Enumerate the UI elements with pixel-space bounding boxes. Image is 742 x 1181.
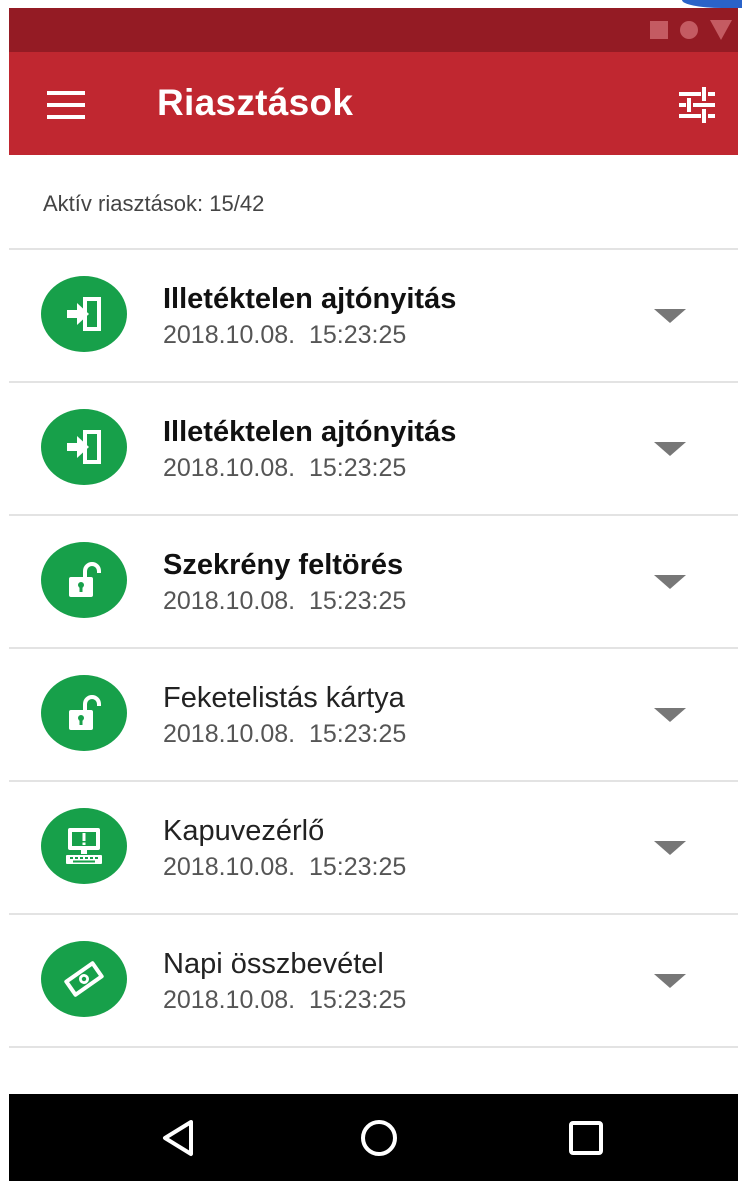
active-alerts-count: Aktív riasztások: 15/42 — [43, 191, 265, 216]
alert-timestamp: 2018.10.08. 15:23:25 — [163, 720, 407, 748]
alert-item[interactable]: Illetéktelen ajtónyitás 2018.10.08. 15:2… — [9, 383, 738, 516]
tune-sliders-icon[interactable] — [678, 86, 716, 124]
alert-timestamp: 2018.10.08. 15:23:25 — [163, 321, 407, 349]
alert-item[interactable]: Napi összbevétel 2018.10.08. 15:23:25 — [9, 915, 738, 1048]
frame-corner-decoration — [682, 0, 742, 8]
alert-list: Illetéktelen ajtónyitás 2018.10.08. 15:2… — [9, 250, 738, 1048]
alert-title: Szekrény feltörés — [163, 549, 404, 581]
alert-timestamp: 2018.10.08. 15:23:25 — [163, 986, 407, 1014]
back-triangle-icon[interactable] — [157, 1116, 201, 1160]
expand-chevron-icon[interactable] — [654, 841, 686, 855]
alert-item[interactable]: Feketelistás kártya 2018.10.08. 15:23:25 — [9, 649, 738, 782]
expand-chevron-icon[interactable] — [654, 708, 686, 722]
alert-item[interactable]: Szekrény feltörés 2018.10.08. 15:23:25 — [9, 516, 738, 649]
active-alerts-summary: Aktív riasztások: 15/42 — [9, 155, 738, 250]
alert-item[interactable]: Illetéktelen ajtónyitás 2018.10.08. 15:2… — [9, 250, 738, 383]
alert-title: Feketelistás kártya — [163, 682, 405, 714]
screen-frame-right — [738, 0, 742, 1181]
expand-chevron-icon[interactable] — [654, 309, 686, 323]
door-enter-icon — [67, 297, 101, 331]
alert-timestamp: 2018.10.08. 15:23:25 — [163, 587, 407, 615]
alert-avatar — [41, 276, 127, 352]
alert-avatar — [41, 675, 127, 751]
alert-avatar — [41, 941, 127, 1017]
screen-frame-left — [0, 0, 9, 1181]
expand-chevron-icon[interactable] — [654, 974, 686, 988]
status-icons — [650, 20, 732, 40]
status-circle-icon — [680, 21, 698, 39]
alert-timestamp: 2018.10.08. 15:23:25 — [163, 853, 407, 881]
status-triangle-icon — [710, 20, 732, 40]
hamburger-menu-icon[interactable] — [47, 91, 85, 119]
app-bar: Riasztások — [9, 52, 738, 155]
system-navigation-bar — [9, 1094, 738, 1181]
alert-title: Napi összbevétel — [163, 948, 384, 980]
alert-title: Illetéktelen ajtónyitás — [163, 283, 457, 315]
home-circle-icon[interactable] — [357, 1116, 401, 1160]
alert-item[interactable]: Kapuvezérlő 2018.10.08. 15:23:25 — [9, 782, 738, 915]
alert-title: Illetéktelen ajtónyitás — [163, 416, 457, 448]
unlocked-padlock-icon — [69, 562, 101, 597]
recent-apps-square-icon[interactable] — [564, 1116, 608, 1160]
door-enter-icon — [67, 430, 101, 464]
expand-chevron-icon[interactable] — [654, 575, 686, 589]
alert-avatar — [41, 409, 127, 485]
alert-avatar — [41, 808, 127, 884]
status-bar — [9, 8, 738, 52]
alert-avatar — [41, 542, 127, 618]
page-title: Riasztások — [157, 82, 354, 123]
alert-title: Kapuvezérlő — [163, 815, 325, 847]
money-icon — [64, 961, 104, 997]
alert-timestamp: 2018.10.08. 15:23:25 — [163, 454, 407, 482]
status-square-icon — [650, 21, 668, 39]
unlocked-padlock-icon — [69, 695, 101, 730]
expand-chevron-icon[interactable] — [654, 442, 686, 456]
computer-alert-icon — [66, 828, 102, 864]
